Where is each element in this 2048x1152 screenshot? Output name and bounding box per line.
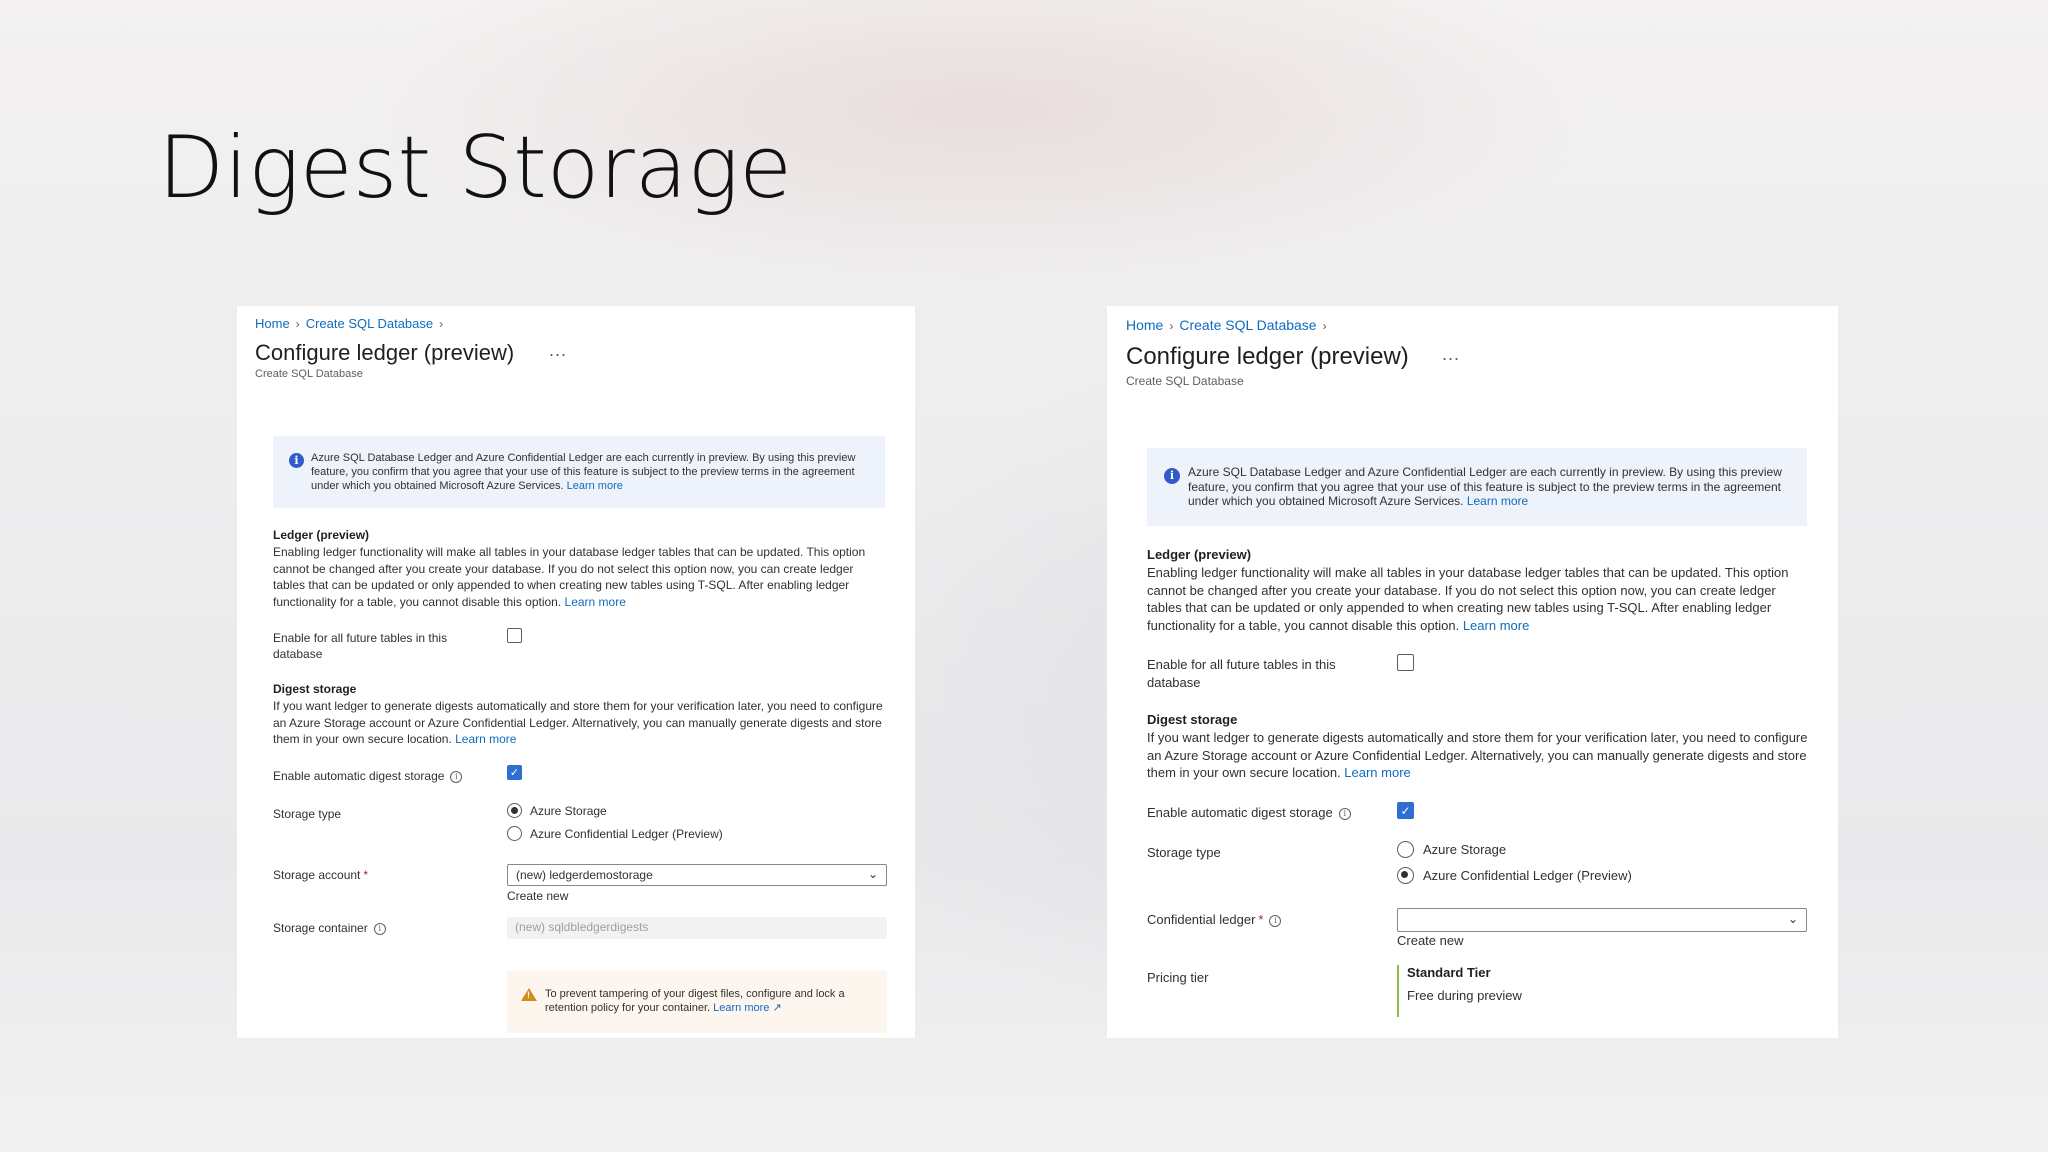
info-icon: i [289,453,304,468]
storage-type-radio-azure-storage[interactable] [507,803,522,818]
required-asterisk: * [1258,912,1264,927]
pricing-tier-label: Pricing tier [1147,970,1209,985]
storage-type-radio-confidential-ledger[interactable] [507,826,522,841]
digest-learn-more-link[interactable]: Learn more [455,732,516,746]
breadcrumb: Home › Create SQL Database › [255,316,449,331]
warning-learn-more-link[interactable]: Learn more ↗ [713,1002,782,1014]
preview-info-banner: i Azure SQL Database Ledger and Azure Co… [273,436,885,508]
enable-future-tables-label: Enable for all future tables in this dat… [1147,657,1336,690]
enable-future-tables-label: Enable for all future tables in this dat… [273,631,448,661]
warning-text: To prevent tampering of your digest file… [545,988,845,1014]
breadcrumb-separator-icon: › [439,317,444,331]
warning-icon: ! [521,988,537,1001]
info-hint-icon[interactable]: i [373,922,386,935]
ledger-learn-more-link[interactable]: Learn more [1463,618,1529,633]
retention-policy-warning: ! To prevent tampering of your digest fi… [507,971,887,1033]
breadcrumb-create-sql-database[interactable]: Create SQL Database [1179,317,1316,333]
info-hint-icon[interactable]: i [1269,914,1282,927]
tier-name: Standard Tier [1407,965,1491,980]
create-new-storage-account-link[interactable]: Create new [507,888,568,904]
confidential-ledger-label: Confidential ledger * i [1147,912,1282,928]
breadcrumb: Home › Create SQL Database › [1126,317,1333,333]
breadcrumb-separator-icon: › [1169,319,1174,333]
checkmark-icon: ✓ [509,767,520,779]
auto-digest-label: Enable automatic digest storage i [1147,805,1351,821]
breadcrumb-home[interactable]: Home [1126,317,1163,333]
checkmark-icon: ✓ [1400,804,1411,818]
create-new-confidential-ledger-link[interactable]: Create new [1397,933,1463,949]
digest-storage-heading: Digest storage [273,682,357,696]
page-subtitle: Create SQL Database [1126,374,1244,388]
more-options-icon[interactable]: ... [1442,344,1460,365]
page-subtitle: Create SQL Database [255,368,363,380]
info-hint-icon[interactable]: i [1338,807,1351,820]
tier-description: Free during preview [1407,988,1522,1003]
more-options-icon[interactable]: ... [549,340,567,361]
storage-account-label: Storage account * [273,868,369,882]
pricing-tier-card: Standard Tier Free during preview [1397,965,1522,1017]
storage-type-label: Storage type [273,807,342,821]
confidential-ledger-dropdown[interactable]: ⌄ [1397,908,1807,932]
chevron-down-icon: ⌄ [867,867,878,881]
ledger-heading: Ledger (preview) [273,528,370,542]
radio-label-azure-storage: Azure Storage [1423,842,1507,857]
info-icon: i [1164,468,1180,484]
auto-digest-label: Enable automatic digest storage i [273,768,463,784]
storage-type-label: Storage type [1147,845,1221,860]
enable-future-tables-checkbox[interactable] [507,628,522,643]
slide-title: Digest Storage [158,118,792,218]
breadcrumb-create-sql-database[interactable]: Create SQL Database [306,316,433,331]
page-title: Configure ledger (preview) [255,340,515,365]
auto-digest-checkbox[interactable]: ✓ [1397,802,1414,819]
storage-account-dropdown[interactable]: (new) ledgerdemostorage ⌄ [507,864,887,886]
ledger-config-panel-confidential-ledger: Home › Create SQL Database › Configure ledg… [1107,306,1838,1038]
ledger-heading: Ledger (preview) [1147,547,1252,562]
preview-info-banner: i Azure SQL Database Ledger and Azure Co… [1147,448,1807,526]
breadcrumb-separator-icon: › [295,317,300,331]
ledger-learn-more-link[interactable]: Learn more [565,595,626,609]
enable-future-tables-checkbox[interactable] [1397,654,1414,671]
info-banner-text: Azure SQL Database Ledger and Azure Conf… [1188,465,1782,508]
storage-container-label: Storage container i [273,920,386,936]
storage-container-input: (new) sqldbledgerdigests [507,917,887,939]
breadcrumb-home[interactable]: Home [255,316,290,331]
ledger-description: Enabling ledger functionality will make … [273,545,866,609]
digest-learn-more-link[interactable]: Learn more [1344,765,1410,780]
breadcrumb-separator-icon: › [1322,319,1327,333]
info-learn-more-link[interactable]: Learn more [567,480,623,492]
auto-digest-checkbox[interactable]: ✓ [507,765,522,780]
ledger-config-panel-azure-storage: Home › Create SQL Database › Configure ledg… [237,306,915,1038]
chevron-down-icon: ⌄ [1787,912,1798,926]
radio-label-confidential-ledger: Azure Confidential Ledger (Preview) [1423,868,1632,883]
storage-type-radio-confidential-ledger[interactable] [1397,867,1414,884]
storage-account-value: (new) ledgerdemostorage [516,868,653,882]
digest-storage-description: If you want ledger to generate digests a… [273,699,883,746]
digest-storage-description: If you want ledger to generate digests a… [1147,730,1808,780]
storage-type-radio-azure-storage[interactable] [1397,841,1414,858]
info-learn-more-link[interactable]: Learn more [1467,494,1528,508]
ledger-description: Enabling ledger functionality will make … [1147,565,1789,633]
info-hint-icon[interactable]: i [450,770,463,783]
radio-label-confidential-ledger: Azure Confidential Ledger (Preview) [530,827,723,841]
required-asterisk: * [363,868,369,882]
digest-storage-heading: Digest storage [1147,712,1238,727]
info-banner-text: Azure SQL Database Ledger and Azure Conf… [311,452,856,492]
page-title: Configure ledger (preview) [1126,343,1409,370]
radio-label-azure-storage: Azure Storage [530,804,607,818]
